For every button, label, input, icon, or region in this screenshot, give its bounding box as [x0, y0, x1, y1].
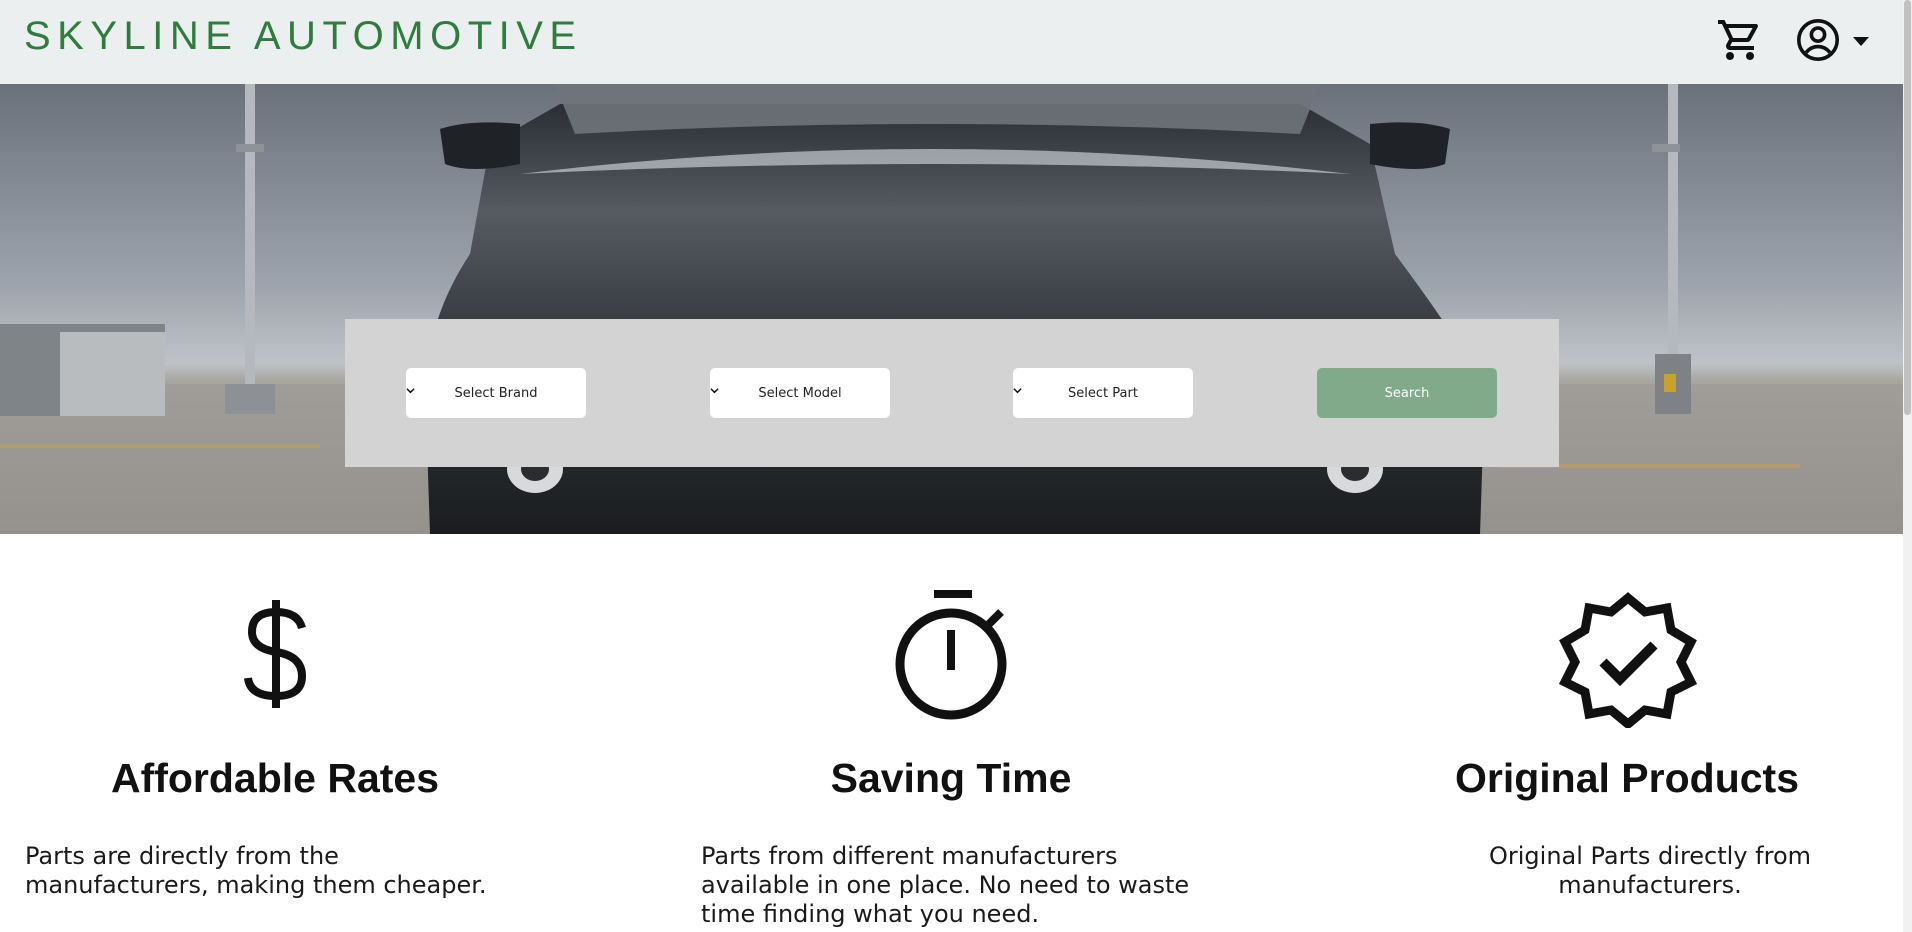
part-select[interactable]: Select Part — [1013, 368, 1193, 418]
feature-description: Original Parts directly from manufacture… — [1488, 842, 1812, 899]
model-select-label: Select Model — [758, 385, 842, 401]
account-circle-icon — [1796, 18, 1840, 62]
model-select[interactable]: Select Model — [710, 368, 890, 418]
search-button[interactable]: Search — [1317, 368, 1497, 418]
site-logo-text[interactable]: SKYLINE AUTOMOTIVE — [24, 14, 583, 59]
feature-title: Affordable Rates — [110, 755, 440, 801]
page-scrollbar[interactable] — [1903, 0, 1912, 932]
caret-down-icon — [1853, 37, 1869, 46]
verified-badge-icon — [1558, 592, 1698, 728]
cart-icon — [1718, 20, 1759, 60]
brand-select-label: Select Brand — [454, 385, 538, 401]
part-select-label: Select Part — [1068, 385, 1138, 401]
feature-title: Saving Time — [830, 755, 1072, 801]
hero-banner: Select Brand Select Model Select Part Se… — [0, 84, 1903, 534]
stopwatch-icon — [895, 590, 1007, 720]
top-navbar: SKYLINE AUTOMOTIVE — [0, 0, 1903, 84]
cart-button[interactable] — [1716, 16, 1764, 64]
parts-search-panel: Select Brand Select Model Select Part Se… — [345, 319, 1559, 467]
dollar-icon — [244, 600, 307, 708]
chevron-down-icon — [1013, 388, 1022, 394]
feature-title: Original Products — [1455, 755, 1799, 801]
brand-select[interactable]: Select Brand — [406, 368, 586, 418]
account-menu-button[interactable] — [1794, 16, 1870, 64]
chevron-down-icon — [710, 388, 719, 394]
chevron-down-icon — [406, 388, 415, 394]
feature-description: Parts from different manufacturers avail… — [701, 842, 1190, 928]
scrollbar-thumb[interactable] — [1904, 0, 1911, 415]
feature-description: Parts are directly from the manufacturer… — [25, 842, 487, 899]
